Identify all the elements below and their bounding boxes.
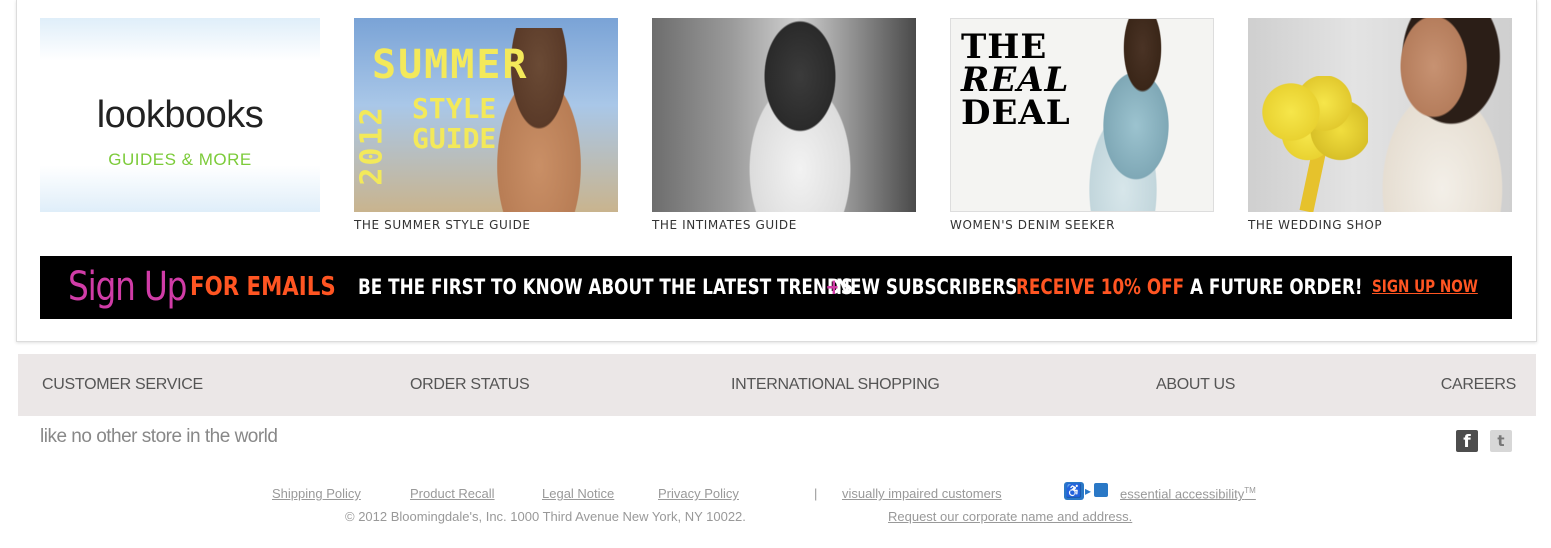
wedding-shop-image[interactable] bbox=[1248, 18, 1512, 212]
summer-style-guide-link[interactable]: THE SUMMER STYLE GUIDE bbox=[354, 218, 531, 232]
customer-service-link[interactable]: CUSTOMER SERVICE bbox=[42, 354, 203, 416]
denim-seeker-image[interactable]: THE REAL DEAL bbox=[950, 18, 1214, 212]
model-figure bbox=[1071, 19, 1201, 211]
banner-for-emails-text: FOR EMAILS bbox=[190, 272, 336, 302]
email-signup-banner[interactable]: Sign Up FOR EMAILS BE THE FIRST TO KNOW … bbox=[40, 256, 1512, 319]
style-overlay-text: STYLE bbox=[412, 92, 497, 125]
bouquet-flowers bbox=[1258, 76, 1368, 166]
essential-accessibility-label: essential accessibility bbox=[1120, 486, 1245, 502]
monitor-icon bbox=[1094, 483, 1108, 497]
real-deal-overlay: THE REAL DEAL bbox=[961, 30, 1071, 133]
order-status-link[interactable]: ORDER STATUS bbox=[410, 354, 530, 416]
womens-denim-seeker-link[interactable]: WOMEN'S DENIM SEEKER bbox=[950, 218, 1115, 232]
privacy-policy-link[interactable]: Privacy Policy bbox=[658, 486, 739, 501]
trademark-mark: TM bbox=[1244, 486, 1256, 495]
corporate-name-link[interactable]: Request our corporate name and address. bbox=[888, 509, 1132, 524]
sign-up-now-link[interactable]: SIGN UP NOW bbox=[1372, 256, 1478, 319]
lookbooks-promo[interactable]: lookbooks GUIDES & MORE bbox=[40, 18, 320, 212]
guide-overlay-text: GUIDE bbox=[412, 122, 497, 155]
store-tagline: like no other store in the world bbox=[40, 426, 278, 447]
banner-future-order-text: A FUTURE ORDER! bbox=[1190, 275, 1363, 299]
summer-overlay-text: SUMMER bbox=[372, 42, 529, 88]
wheelchair-icon: ♿ bbox=[1064, 482, 1084, 500]
legal-notice-link[interactable]: Legal Notice bbox=[542, 486, 614, 501]
lookbooks-subtitle: GUIDES & MORE bbox=[108, 150, 252, 169]
banner-first-to-know-text: BE THE FIRST TO KNOW ABOUT THE LATEST TR… bbox=[358, 275, 853, 299]
banner-sign-up-text: Sign Up bbox=[68, 264, 187, 310]
banner-discount-text: RECEIVE 10% OFF bbox=[1016, 275, 1185, 299]
deal-overlay-text: DEAL bbox=[961, 93, 1071, 133]
international-shopping-link[interactable]: INTERNATIONAL SHOPPING bbox=[731, 354, 940, 416]
legal-separator: | bbox=[814, 486, 818, 501]
year-overlay-text: 2012 bbox=[354, 105, 390, 186]
essential-accessibility-link[interactable]: essential accessibilityTM bbox=[1120, 486, 1256, 501]
visually-impaired-link[interactable]: visually impaired customers bbox=[842, 486, 1002, 501]
twitter-icon[interactable]: t bbox=[1490, 430, 1512, 452]
intimates-guide-image[interactable] bbox=[652, 18, 916, 212]
lookbooks-title: lookbooks bbox=[96, 94, 264, 136]
banner-new-subscribers-text: NEW SUBSCRIBERS bbox=[836, 275, 1018, 299]
footer-nav: CUSTOMER SERVICE ORDER STATUS INTERNATIO… bbox=[18, 354, 1536, 416]
model-figure bbox=[712, 18, 872, 212]
shipping-policy-link[interactable]: Shipping Policy bbox=[272, 486, 361, 501]
product-recall-link[interactable]: Product Recall bbox=[410, 486, 495, 501]
about-us-link[interactable]: ABOUT US bbox=[1156, 354, 1235, 416]
arrow-right-icon: ▸ bbox=[1085, 484, 1092, 498]
careers-link[interactable]: CAREERS bbox=[1441, 354, 1517, 416]
facebook-icon[interactable]: f bbox=[1456, 430, 1478, 452]
intimates-guide-link[interactable]: THE INTIMATES GUIDE bbox=[652, 218, 797, 232]
style-guide-overlay: STYLE GUIDE bbox=[412, 94, 496, 154]
copyright-text: © 2012 Bloomingdale's, Inc. 1000 Third A… bbox=[345, 509, 746, 524]
wedding-shop-link[interactable]: THE WEDDING SHOP bbox=[1248, 218, 1382, 232]
summer-style-guide-image[interactable]: SUMMER 2012 STYLE GUIDE bbox=[354, 18, 618, 212]
accessibility-icon[interactable]: ♿ ▸ bbox=[1064, 482, 1108, 500]
